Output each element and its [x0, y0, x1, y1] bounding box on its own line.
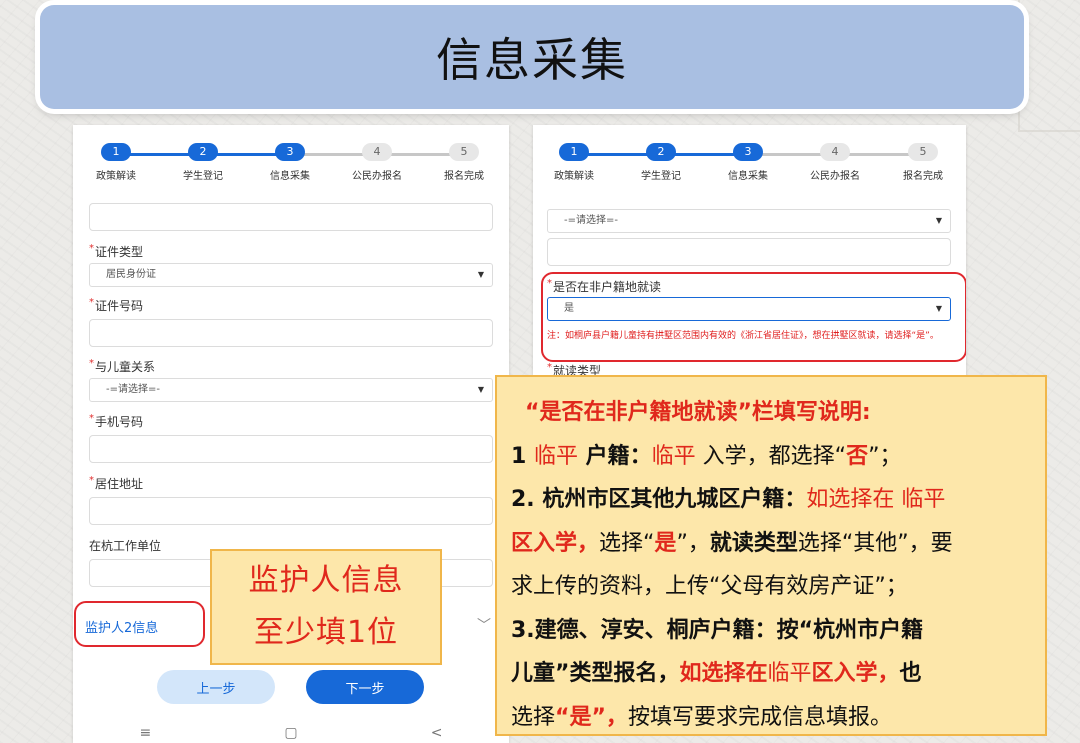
step-number: 1: [559, 143, 589, 161]
step-number: 4: [362, 143, 392, 161]
step-number: 3: [275, 143, 305, 161]
dropdown-arrow-icon: ▼: [477, 385, 484, 394]
step-number: 3: [733, 143, 763, 161]
phone-input[interactable]: [89, 435, 493, 463]
step-4: 4 公民办报名: [337, 143, 417, 182]
step-4: 4 公民办报名: [795, 143, 875, 182]
step-2: 2 学生登记: [163, 143, 243, 182]
instruction-line-5: 3.建德、淳安、桐庐户籍：按“杭州市户籍: [511, 617, 924, 643]
step-label: 报名完成: [444, 171, 484, 182]
step-2: 2 学生登记: [621, 143, 701, 182]
phone-screen-right: 1 政策解读 2 学生登记 3 信息采集 4 公民办报名 5 报名完成 -=请选…: [533, 125, 966, 375]
instruction-line-3: 区入学，选择“是”，就读类型选择“其他”，要: [511, 530, 953, 556]
step-label: 信息采集: [270, 171, 310, 182]
callout-line-1: 监护人信息: [248, 563, 404, 598]
address-input[interactable]: [89, 497, 493, 525]
guardian2-toggle[interactable]: 监护人2信息: [85, 617, 158, 636]
blank-input[interactable]: [547, 238, 951, 266]
back-icon[interactable]: <: [431, 725, 443, 741]
address-label: *居住地址: [89, 475, 144, 491]
step-label: 政策解读: [96, 171, 136, 182]
instruction-title: “是否在非户籍地就读”栏填写说明:: [525, 400, 871, 425]
next-step-button[interactable]: 下一步: [306, 670, 424, 704]
step-label: 信息采集: [728, 171, 768, 182]
system-nav-bar: ≡ ▢ <: [73, 723, 509, 743]
step-number: 2: [646, 143, 676, 161]
relation-label: *与儿童关系: [89, 358, 156, 374]
step-label: 公民办报名: [810, 171, 860, 182]
top-select[interactable]: -=请选择=- ▼: [547, 209, 951, 233]
step-number: 1: [101, 143, 131, 161]
highlight-ring-nonlocal: [541, 272, 966, 362]
step-5: 5 报名完成: [883, 143, 963, 182]
step-label: 学生登记: [183, 171, 223, 182]
instruction-line-1: 1 临平 户籍：临平 入学，都选择“否”；: [511, 443, 902, 469]
step-label: 学生登记: [641, 171, 681, 182]
instruction-line-7: 选择“是”，按填写要求完成信息填报。: [511, 704, 892, 730]
menu-icon[interactable]: ≡: [140, 725, 152, 741]
step-1: 1 政策解读: [534, 143, 614, 182]
progress-stepper: 1 政策解读 2 学生登记 3 信息采集 4 公民办报名 5 报名完成: [533, 125, 966, 191]
relation-select[interactable]: -=请选择=- ▼: [89, 378, 493, 402]
title-banner: 信息采集: [40, 5, 1024, 109]
callout-line-2: 至少填1位: [253, 615, 399, 650]
dropdown-arrow-icon: ▼: [935, 216, 942, 225]
work-unit-label: 在杭工作单位: [89, 539, 162, 553]
home-icon[interactable]: ▢: [284, 725, 297, 741]
guardian-callout: 监护人信息 至少填1位: [210, 549, 442, 665]
step-1: 1 政策解读: [76, 143, 156, 182]
page-title: 信息采集: [436, 33, 628, 87]
instruction-callout: “是否在非户籍地就读”栏填写说明: 1 临平 户籍：临平 入学，都选择“否”； …: [495, 375, 1047, 736]
step-label: 报名完成: [903, 171, 943, 182]
id-number-label: *证件号码: [89, 297, 144, 313]
study-type-label: *就读类型: [547, 362, 602, 375]
name-input[interactable]: [89, 203, 493, 231]
step-number: 4: [820, 143, 850, 161]
progress-stepper: 1 政策解读 2 学生登记 3 信息采集 4 公民办报名 5 报名完成: [73, 125, 509, 191]
phone-label: *手机号码: [89, 413, 144, 429]
step-3: 3 信息采集: [250, 143, 330, 182]
step-label: 公民办报名: [352, 171, 402, 182]
id-number-input[interactable]: [89, 319, 493, 347]
step-number: 5: [908, 143, 938, 161]
instruction-line-6: 儿童”类型报名，如选择在临平区入学，也: [511, 661, 922, 686]
relation-value: -=请选择=-: [106, 384, 160, 395]
id-type-value: 居民身份证: [106, 269, 156, 280]
instruction-line-4: 求上传的资料，上传“父母有效房产证”；: [511, 574, 908, 599]
dropdown-arrow-icon: ▼: [477, 270, 484, 279]
step-label: 政策解读: [554, 171, 594, 182]
decorative-corner: [1018, 0, 1080, 132]
step-5: 5 报名完成: [424, 143, 504, 182]
top-select-value: -=请选择=-: [564, 215, 618, 226]
step-number: 2: [188, 143, 218, 161]
id-type-select[interactable]: 居民身份证 ▼: [89, 263, 493, 287]
id-type-label: *证件类型: [89, 243, 144, 259]
chevron-down-icon[interactable]: ﹀: [477, 615, 491, 635]
step-3: 3 信息采集: [708, 143, 788, 182]
prev-step-button[interactable]: 上一步: [157, 670, 275, 704]
step-number: 5: [449, 143, 479, 161]
instruction-line-2: 2. 杭州市区其他九城区户籍：如选择在 临平: [511, 487, 946, 512]
